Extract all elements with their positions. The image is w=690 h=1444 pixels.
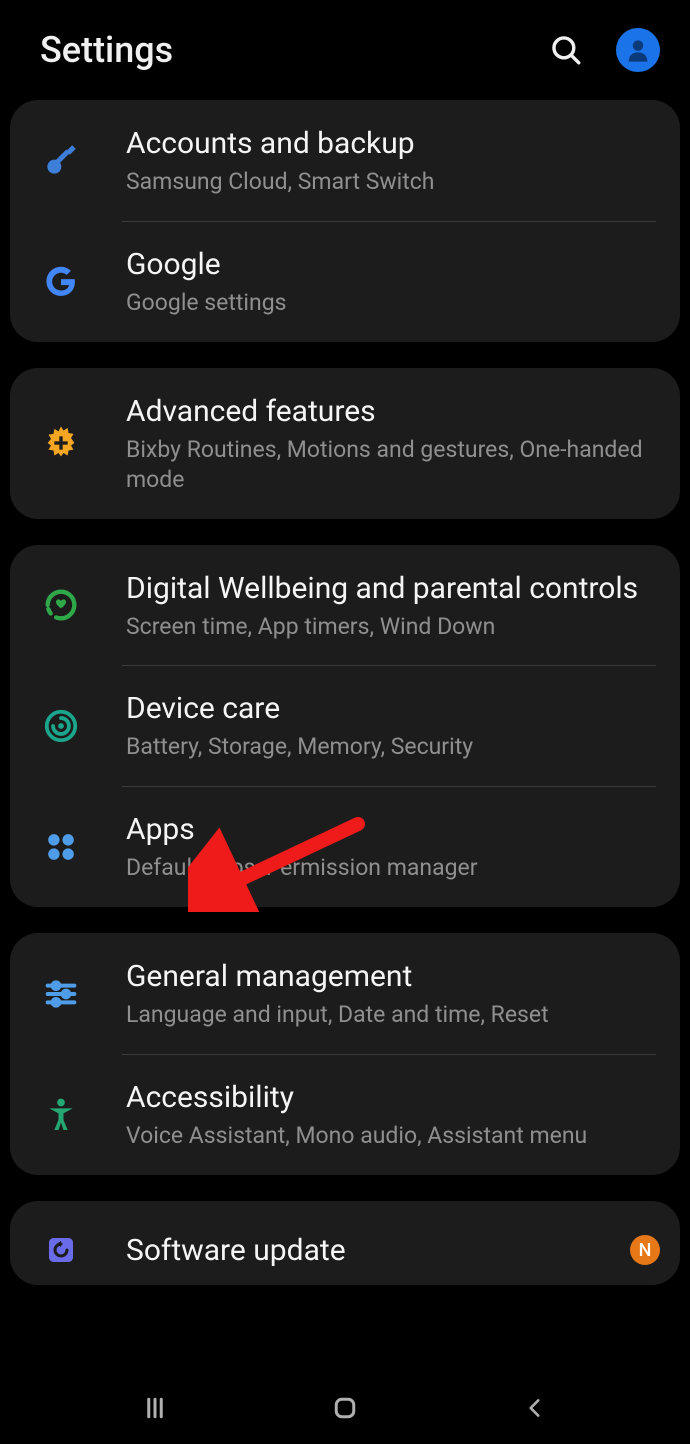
settings-item-google[interactable]: Google Google settings [10,221,680,342]
settings-item-title: Digital Wellbeing and parental controls [126,569,660,608]
settings-item-title: Accounts and backup [126,124,660,163]
settings-group: Digital Wellbeing and parental controls … [10,545,680,908]
account-button[interactable] [616,28,660,72]
settings-item-subtitle: Samsung Cloud, Smart Switch [126,167,660,197]
settings-item-text: Google Google settings [126,245,660,318]
settings-item-title: Accessibility [126,1078,660,1117]
google-icon [36,256,86,306]
settings-group: General management Language and input, D… [10,933,680,1175]
settings-item-title: Google [126,245,660,284]
settings-item-text: Accessibility Voice Assistant, Mono audi… [126,1078,660,1151]
settings-group: Software update N [10,1201,680,1285]
notification-badge: N [630,1235,660,1265]
settings-group: Accounts and backup Samsung Cloud, Smart… [10,100,680,342]
settings-item-text: Accounts and backup Samsung Cloud, Smart… [126,124,660,197]
settings-item-advanced-features[interactable]: Advanced features Bixby Routines, Motion… [10,368,680,519]
wellbeing-icon [36,580,86,630]
accessibility-icon [36,1090,86,1140]
header-actions [544,28,660,72]
android-nav-bar [0,1372,690,1444]
recents-icon [140,1393,170,1423]
settings-item-text: Advanced features Bixby Routines, Motion… [126,392,660,495]
gear-plus-icon [36,418,86,468]
settings-item-text: Software update [126,1231,618,1270]
settings-item-text: Device care Battery, Storage, Memory, Se… [126,689,660,762]
settings-item-digital-wellbeing[interactable]: Digital Wellbeing and parental controls … [10,545,680,666]
settings-item-general-management[interactable]: General management Language and input, D… [10,933,680,1054]
settings-item-subtitle: Language and input, Date and time, Reset [126,1000,660,1030]
settings-item-subtitle: Voice Assistant, Mono audio, Assistant m… [126,1121,660,1151]
back-icon [522,1395,548,1421]
key-icon [36,135,86,185]
settings-item-subtitle: Bixby Routines, Motions and gestures, On… [126,435,660,495]
settings-header: Settings [0,0,690,100]
settings-group: Advanced features Bixby Routines, Motion… [10,368,680,519]
settings-item-subtitle: Battery, Storage, Memory, Security [126,732,660,762]
settings-item-title: Advanced features [126,392,660,431]
settings-list: Accounts and backup Samsung Cloud, Smart… [0,100,690,1285]
person-icon [624,36,652,64]
home-icon [330,1393,360,1423]
settings-item-title: Software update [126,1231,618,1270]
sliders-icon [36,969,86,1019]
page-title: Settings [40,29,173,71]
settings-item-subtitle: Default apps, Permission manager [126,853,660,883]
settings-item-text: Digital Wellbeing and parental controls … [126,569,660,642]
nav-recents-button[interactable] [125,1388,185,1428]
search-button[interactable] [544,28,588,72]
nav-back-button[interactable] [505,1388,565,1428]
settings-item-subtitle: Google settings [126,288,660,318]
settings-item-accounts-backup[interactable]: Accounts and backup Samsung Cloud, Smart… [10,100,680,221]
device-care-icon [36,701,86,751]
settings-item-title: General management [126,957,660,996]
settings-item-subtitle: Screen time, App timers, Wind Down [126,612,660,642]
settings-item-text: General management Language and input, D… [126,957,660,1030]
search-icon [549,33,583,67]
settings-item-apps[interactable]: Apps Default apps, Permission manager [10,786,680,907]
settings-item-accessibility[interactable]: Accessibility Voice Assistant, Mono audi… [10,1054,680,1175]
settings-item-software-update[interactable]: Software update N [10,1201,680,1285]
software-update-icon [36,1225,86,1275]
settings-item-title: Apps [126,810,660,849]
apps-icon [36,822,86,872]
settings-item-text: Apps Default apps, Permission manager [126,810,660,883]
settings-item-device-care[interactable]: Device care Battery, Storage, Memory, Se… [10,665,680,786]
settings-item-title: Device care [126,689,660,728]
nav-home-button[interactable] [315,1388,375,1428]
